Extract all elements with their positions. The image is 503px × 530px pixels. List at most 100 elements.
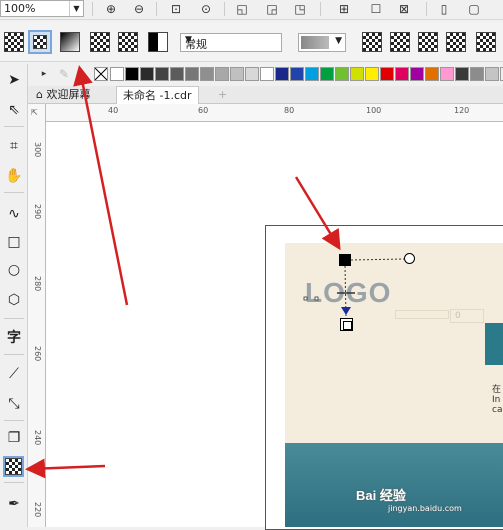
color-swatch[interactable] xyxy=(290,67,304,81)
drop-shadow-tool-icon[interactable]: ❐ xyxy=(4,428,24,448)
vertical-ruler[interactable]: ⇱ 300 290 280 260 240 220 xyxy=(28,104,46,527)
color-swatch[interactable] xyxy=(245,67,259,81)
page-icon[interactable]: ☐ xyxy=(368,1,384,17)
color-swatch[interactable] xyxy=(470,67,484,81)
tab-document-label: 未命名 -1.cdr xyxy=(123,89,192,102)
side-text: 在 In ca xyxy=(492,385,502,415)
ruler-label: 220 xyxy=(33,502,42,518)
pattern-picker[interactable]: ▼ xyxy=(298,33,346,52)
ellipse-tool-icon[interactable]: ○ xyxy=(4,260,24,280)
vector-pattern-transparency-button[interactable] xyxy=(90,32,110,52)
color-swatch[interactable] xyxy=(305,67,319,81)
transparency-tool-icon[interactable] xyxy=(3,456,24,477)
color-swatch[interactable] xyxy=(485,67,499,81)
side-text-line: 在 xyxy=(492,385,502,395)
color-palette: ▸ ✎ xyxy=(28,64,503,84)
merge-mode-select[interactable]: 常规 ▼ xyxy=(180,33,282,52)
no-fill-icon xyxy=(95,68,107,80)
zoom-width-icon[interactable]: ◲ xyxy=(264,1,280,17)
color-swatch[interactable] xyxy=(350,67,364,81)
outline-selector-button[interactable] xyxy=(390,32,410,52)
copy-transparency-button[interactable] xyxy=(476,32,496,52)
crop-tool-icon[interactable]: ⌗ xyxy=(4,136,24,156)
polygon-tool-icon[interactable]: ⬡ xyxy=(4,290,24,310)
color-swatch[interactable] xyxy=(455,67,469,81)
tab-welcome-screen[interactable]: ⌂ 欢迎屏幕 xyxy=(30,86,96,104)
tab-document[interactable]: 未命名 -1.cdr xyxy=(116,86,199,104)
color-swatch[interactable] xyxy=(365,67,379,81)
color-swatch[interactable] xyxy=(410,67,424,81)
add-page-icon[interactable]: ⊞ xyxy=(336,1,352,17)
ruler-label: 120 xyxy=(454,106,470,115)
palette-scroll-icon[interactable]: ▸ xyxy=(36,66,52,82)
ruler-label: 300 xyxy=(33,142,42,158)
chevron-down-icon[interactable]: ▼ xyxy=(69,1,83,16)
no-color-swatch[interactable] xyxy=(94,67,108,81)
color-swatch[interactable] xyxy=(125,67,139,81)
transparency-property-bar: 常规 ▼ ▼ xyxy=(0,22,503,62)
uniform-transparency-icon xyxy=(33,35,47,49)
color-swatch[interactable] xyxy=(425,67,439,81)
drawing-canvas[interactable]: LOGO 在 In ca 0 xyxy=(46,122,503,530)
add-tab-button[interactable]: + xyxy=(212,86,233,104)
color-swatch[interactable] xyxy=(395,67,409,81)
color-swatch[interactable] xyxy=(155,67,169,81)
home-icon: ⌂ xyxy=(36,88,47,101)
two-color-transparency-button[interactable] xyxy=(148,32,168,52)
zoom-level-value: 100% xyxy=(4,2,36,15)
color-swatch[interactable] xyxy=(170,67,184,81)
ruler-corner-icon[interactable]: ⇱ xyxy=(31,108,38,117)
zoom-in-icon[interactable]: ⊕ xyxy=(103,1,119,17)
all-selector-button[interactable] xyxy=(418,32,438,52)
pick-tool-icon[interactable]: ➤ xyxy=(4,70,24,90)
snap-icon[interactable]: ▢ xyxy=(466,1,482,17)
freehand-tool-icon[interactable]: ∿ xyxy=(4,204,24,224)
zoom-all-icon[interactable]: ⊙ xyxy=(198,1,214,17)
horizontal-ruler[interactable]: 40 60 80 100 120 xyxy=(46,104,503,122)
zoom-level-combobox[interactable]: 100% ▼ xyxy=(0,0,84,17)
fountain-transparency-button[interactable] xyxy=(60,32,80,52)
toolbar-divider xyxy=(426,2,427,16)
pan-tool-icon[interactable]: ✋ xyxy=(4,166,24,186)
color-swatch[interactable] xyxy=(380,67,394,81)
chevron-down-icon[interactable]: ▼ xyxy=(185,35,279,45)
zoom-page-icon[interactable]: ◱ xyxy=(234,1,250,17)
toolbox-divider xyxy=(4,192,24,193)
connector-tool-icon[interactable]: ⤡ xyxy=(4,394,24,414)
color-swatch[interactable] xyxy=(440,67,454,81)
zoom-out-icon[interactable]: ⊖ xyxy=(131,1,147,17)
uniform-transparency-button[interactable] xyxy=(28,30,52,54)
toolbox-divider xyxy=(4,318,24,319)
no-transparency-button[interactable] xyxy=(4,32,24,52)
ruler-label: 80 xyxy=(284,106,295,115)
eyedropper-icon[interactable]: ✎ xyxy=(56,66,72,82)
dimension-tool-icon[interactable]: ⟋ xyxy=(4,364,24,384)
bitmap-pattern-transparency-button[interactable] xyxy=(118,32,138,52)
rectangle-tool-icon[interactable]: □ xyxy=(4,232,24,252)
ruler-label: 60 xyxy=(198,106,209,115)
color-swatch[interactable] xyxy=(335,67,349,81)
chevron-down-icon[interactable]: ▼ xyxy=(335,36,342,46)
shape-tool-icon[interactable]: ⇖ xyxy=(4,100,24,120)
color-swatch[interactable] xyxy=(230,67,244,81)
freeze-transparency-button[interactable] xyxy=(446,32,466,52)
zoom-height-icon[interactable]: ◳ xyxy=(292,1,308,17)
ruler-label: 240 xyxy=(33,430,42,446)
color-swatch[interactable] xyxy=(260,67,274,81)
color-swatch[interactable] xyxy=(275,67,289,81)
toolbox-divider xyxy=(4,482,24,483)
toolbar-divider xyxy=(224,2,225,16)
layout-icon[interactable]: ▯ xyxy=(436,1,452,17)
color-swatch[interactable] xyxy=(140,67,154,81)
text-tool-icon[interactable]: 字 xyxy=(4,328,24,348)
color-swatch[interactable] xyxy=(185,67,199,81)
eyedropper-tool-icon[interactable]: ✒ xyxy=(4,494,24,514)
color-swatch[interactable] xyxy=(320,67,334,81)
color-swatch[interactable] xyxy=(215,67,229,81)
toolbox-divider xyxy=(4,420,24,421)
color-swatch[interactable] xyxy=(200,67,214,81)
color-swatch[interactable] xyxy=(110,67,124,81)
delete-page-icon[interactable]: ⊠ xyxy=(396,1,412,17)
fill-selector-button[interactable] xyxy=(362,32,382,52)
zoom-selected-icon[interactable]: ⊡ xyxy=(168,1,184,17)
